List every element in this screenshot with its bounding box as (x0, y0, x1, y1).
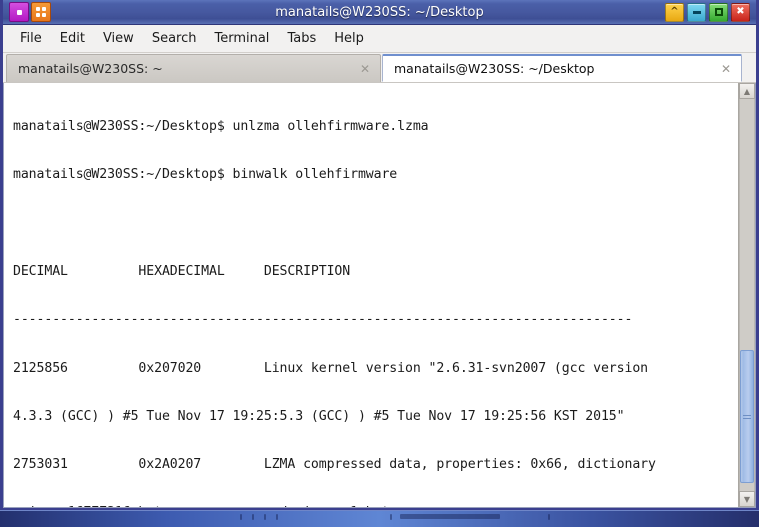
menu-item-view[interactable]: View (94, 28, 143, 49)
menubar: File Edit View Search Terminal Tabs Help (3, 25, 756, 53)
taskbar-item[interactable] (264, 514, 266, 520)
taskbar-item[interactable] (548, 514, 550, 520)
terminal-output[interactable]: manatails@W230SS:~/Desktop$ unlzma olleh… (4, 83, 738, 507)
terminal-line: manatails@W230SS:~/Desktop$ unlzma olleh… (13, 119, 429, 135)
tab-home[interactable]: manatails@W230SS: ~ ✕ (6, 54, 381, 82)
terminal-window: manatails@W230SS: ~/Desktop ^ ✖ File Edi… (0, 0, 759, 513)
tabbar: manatails@W230SS: ~ ✕ manatails@W230SS: … (3, 53, 756, 83)
terminal-line: 4.3.3 (GCC) ) #5 Tue Nov 17 19:25:5.3 (G… (13, 408, 625, 424)
scrollbar-grip-icon (743, 413, 751, 421)
taskbar-item[interactable] (240, 514, 242, 520)
app-grid-dots (36, 7, 46, 17)
menu-item-file[interactable]: File (11, 28, 51, 49)
scrollbar-track[interactable] (739, 99, 755, 491)
tab-desktop-close-icon[interactable]: ✕ (719, 62, 733, 76)
window-titlebar[interactable]: manatails@W230SS: ~/Desktop ^ ✖ (3, 0, 756, 25)
terminal-area: manatails@W230SS:~/Desktop$ unlzma olleh… (3, 83, 756, 508)
menu-item-terminal[interactable]: Terminal (205, 28, 278, 49)
terminal-line: DECIMAL HEXADECIMAL DESCRIPTION (13, 264, 351, 280)
app-menu-icon[interactable] (9, 2, 29, 22)
taskbar-item[interactable] (390, 514, 392, 520)
desktop-taskbar[interactable] (0, 510, 759, 527)
maximize-button[interactable] (709, 2, 728, 22)
menu-item-search[interactable]: Search (143, 28, 206, 49)
terminal-scrollbar[interactable]: ▲ ▼ (738, 83, 755, 507)
terminal-line: 2125856 0x207020 Linux kernel version "2… (13, 360, 649, 376)
terminal-line: ----------------------------------------… (13, 312, 633, 328)
tab-home-close-icon[interactable]: ✕ (358, 62, 372, 76)
taskbar-item[interactable] (276, 514, 278, 520)
menu-item-help[interactable]: Help (325, 28, 373, 49)
tab-desktop[interactable]: manatails@W230SS: ~/Desktop ✕ (382, 54, 742, 82)
menu-item-edit[interactable]: Edit (51, 28, 94, 49)
terminal-line: 2753031 0x2A0207 LZMA compressed data, p… (13, 457, 656, 473)
taskbar-item[interactable] (252, 514, 254, 520)
window-controls: ^ ✖ (665, 2, 756, 22)
titlebar-icon-group (3, 2, 51, 22)
scroll-up-arrow-icon[interactable]: ▲ (739, 83, 755, 99)
taskbar-item[interactable] (400, 514, 500, 519)
menu-item-tabs[interactable]: Tabs (278, 28, 325, 49)
tab-home-label: manatails@W230SS: ~ (18, 61, 163, 76)
terminal-line: size: 16777216 bytes, uncompressed size:… (13, 505, 736, 507)
scroll-down-arrow-icon[interactable]: ▼ (739, 491, 755, 507)
app-grid-icon[interactable] (31, 2, 51, 22)
scrollbar-thumb[interactable] (740, 349, 754, 484)
tab-desktop-label: manatails@W230SS: ~/Desktop (394, 61, 595, 76)
minimize-button[interactable] (687, 2, 706, 22)
shade-button[interactable]: ^ (665, 2, 684, 22)
close-button[interactable]: ✖ (731, 2, 750, 22)
window-title: manatails@W230SS: ~/Desktop (275, 4, 484, 20)
terminal-line: manatails@W230SS:~/Desktop$ binwalk olle… (13, 167, 398, 183)
desktop-background: 0.0.tar.bz2 gz manatails@W230SS: ~/Deskt… (0, 0, 759, 527)
